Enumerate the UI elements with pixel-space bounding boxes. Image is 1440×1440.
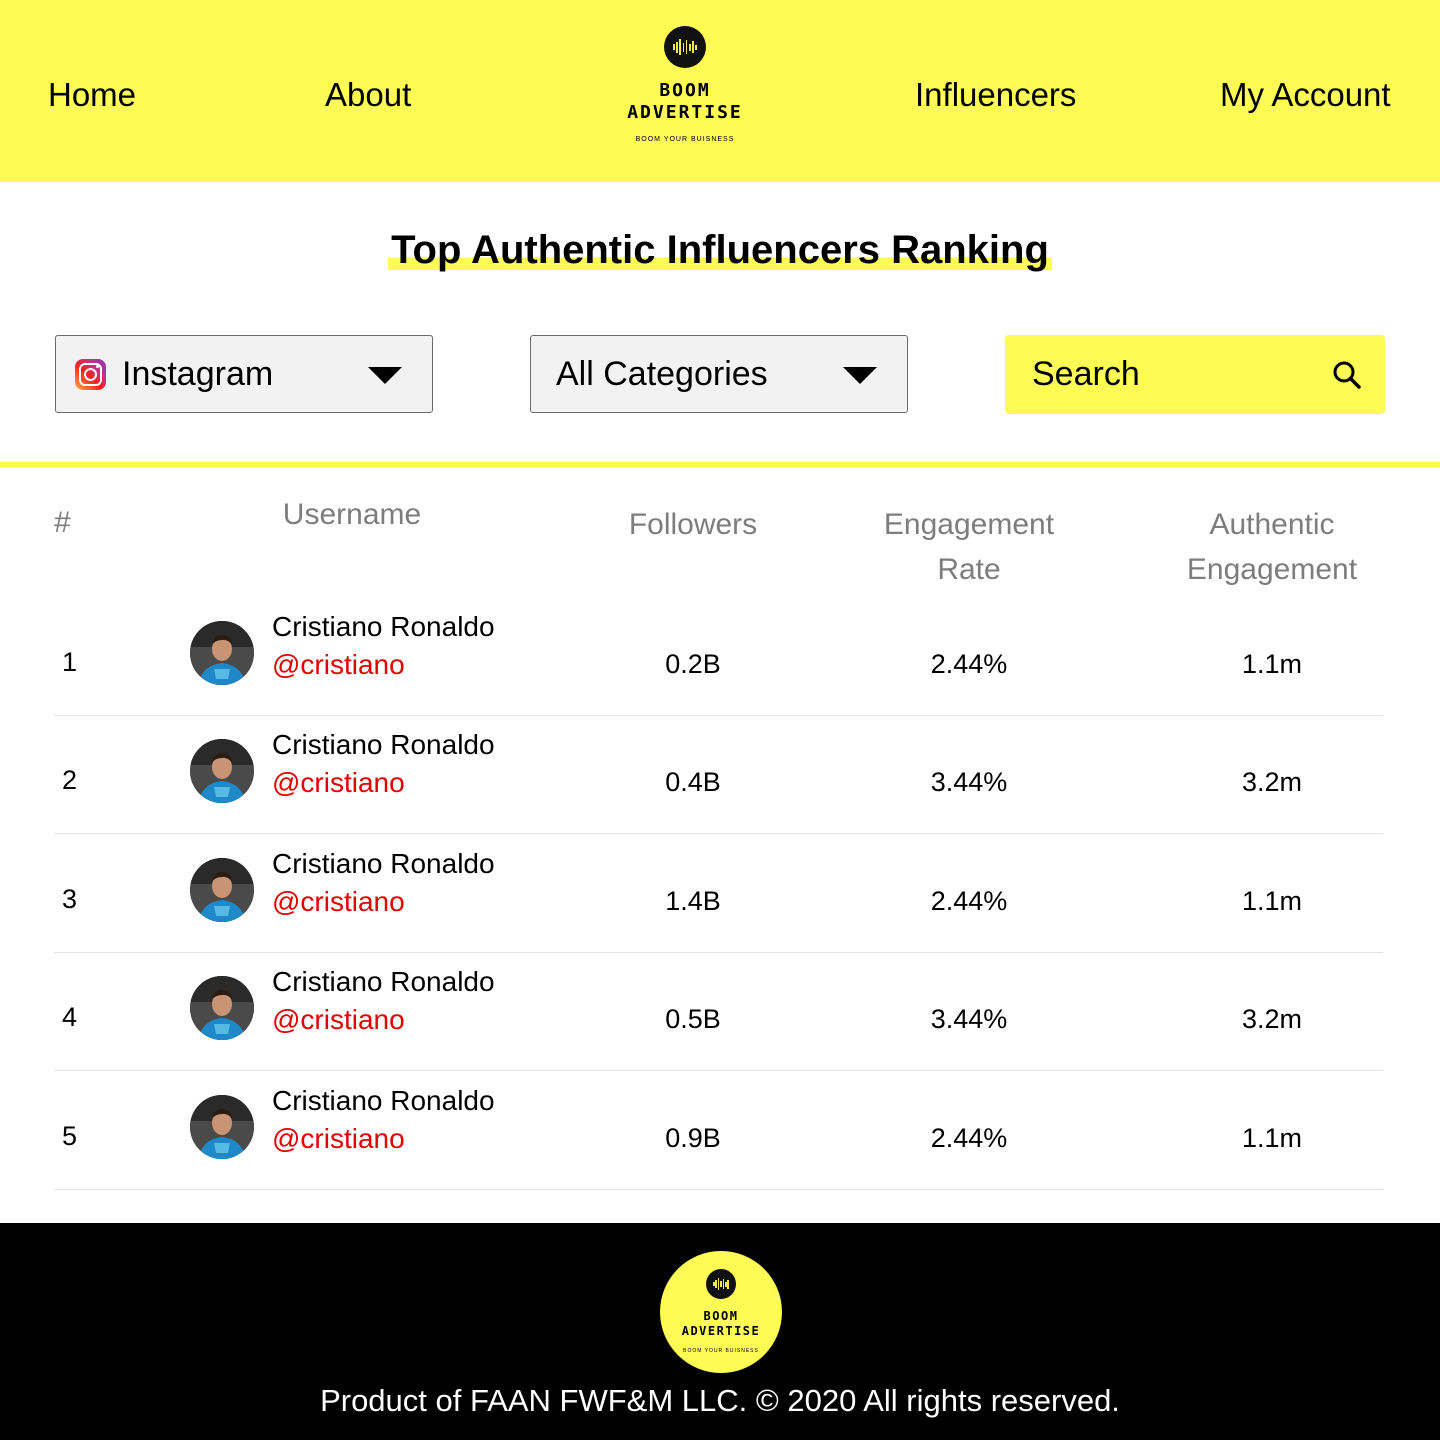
section-divider bbox=[0, 462, 1440, 467]
column-header-username: Username bbox=[282, 498, 422, 531]
top-nav-bar: Home About BOOM ADVERTISE BOOM YOUR BUISN… bbox=[0, 0, 1440, 182]
footer-logo-wordmark: BOOM ADVERTISE bbox=[681, 1309, 761, 1338]
followers-cell: 0.4B bbox=[665, 767, 721, 798]
page-title: Top Authentic Influencers Ranking bbox=[388, 224, 1052, 276]
influencer-handle-link[interactable]: @cristiano bbox=[272, 885, 405, 919]
influencer-handle-link[interactable]: @cristiano bbox=[272, 648, 405, 682]
authentic-engagement-cell: 1.1m bbox=[1241, 885, 1303, 916]
table-row[interactable]: 4 Cristiano Ronaldo @cristiano 0.5B 3.44… bbox=[54, 952, 1383, 1072]
search-bar bbox=[1005, 335, 1385, 414]
followers-cell: 1.4B bbox=[665, 885, 721, 916]
rank-cell: 1 bbox=[62, 647, 78, 677]
engagement-rate-cell: 2.44% bbox=[930, 885, 1008, 916]
influencer-name: Cristiano Ronaldo bbox=[272, 966, 495, 998]
rank-cell: 3 bbox=[62, 883, 78, 914]
engagement-rate-cell: 3.44% bbox=[930, 1004, 1008, 1035]
influencer-name: Cristiano Ronaldo bbox=[272, 1084, 495, 1116]
column-header-rank: # bbox=[54, 506, 71, 539]
search-input[interactable] bbox=[1005, 335, 1315, 414]
instagram-icon bbox=[75, 359, 106, 390]
influencer-handle-link[interactable]: @cristiano bbox=[272, 1122, 405, 1156]
influencer-handle-link[interactable]: @cristiano bbox=[272, 1003, 405, 1037]
category-select[interactable]: All Categories bbox=[530, 335, 908, 413]
followers-cell: 0.5B bbox=[665, 1004, 721, 1035]
avatar[interactable] bbox=[190, 857, 254, 922]
avatar[interactable] bbox=[190, 739, 254, 804]
rank-cell: 5 bbox=[62, 1120, 78, 1151]
influencer-name: Cristiano Ronaldo bbox=[272, 611, 495, 642]
column-header-followers: Followers bbox=[628, 508, 758, 541]
category-select-value: All Categories bbox=[556, 355, 768, 393]
table-row[interactable]: 5 Cristiano Ronaldo @cristiano 0.9B 2.44… bbox=[54, 1071, 1383, 1190]
authentic-engagement-cell: 1.1m bbox=[1241, 649, 1303, 679]
rank-cell: 2 bbox=[62, 765, 78, 796]
column-header-engagement-rate: Engagement Rate bbox=[883, 508, 1055, 586]
influencer-name: Cristiano Ronaldo bbox=[272, 729, 495, 761]
footer-logo[interactable]: BOOM ADVERTISE BOOM YOUR BUISNESS bbox=[660, 1251, 782, 1373]
brand-logo[interactable]: BOOM ADVERTISE BOOM YOUR BUISNESS bbox=[620, 24, 750, 154]
authentic-engagement-cell: 3.2m bbox=[1241, 767, 1303, 798]
table-row[interactable]: 2 Cristiano Ronaldo @cristiano 0.4B 3.44… bbox=[54, 715, 1383, 835]
nav-my-account-link[interactable]: My Account bbox=[1220, 74, 1391, 116]
nav-about-link[interactable]: About bbox=[325, 74, 411, 116]
influencer-name: Cristiano Ronaldo bbox=[272, 847, 495, 879]
nav-home-link[interactable]: Home bbox=[48, 74, 136, 116]
logo-wordmark: BOOM ADVERTISE bbox=[627, 80, 743, 123]
search-icon[interactable] bbox=[1331, 359, 1363, 391]
authentic-engagement-cell: 3.2m bbox=[1241, 1004, 1303, 1035]
chevron-down-icon bbox=[368, 367, 402, 384]
engagement-rate-cell: 2.44% bbox=[930, 649, 1008, 679]
chevron-down-icon bbox=[843, 367, 877, 384]
page-title-wrap: Top Authentic Influencers Ranking bbox=[0, 224, 1440, 276]
nav-influencers-link[interactable]: Influencers bbox=[915, 74, 1076, 116]
table-row[interactable]: 3 Cristiano Ronaldo @cristiano 1.4B 2.44… bbox=[54, 834, 1383, 953]
influencer-handle-link[interactable]: @cristiano bbox=[272, 766, 405, 800]
platform-select-value: Instagram bbox=[122, 355, 274, 393]
soundwave-icon bbox=[664, 26, 706, 68]
logo-tagline: BOOM YOUR BUISNESS bbox=[635, 136, 735, 143]
followers-cell: 0.2B bbox=[665, 649, 721, 679]
rank-cell: 4 bbox=[62, 1002, 78, 1033]
soundwave-icon bbox=[706, 1269, 736, 1299]
column-header-authentic-engagement: Authentic Engagement bbox=[1186, 508, 1358, 586]
authentic-engagement-cell: 1.1m bbox=[1241, 1122, 1303, 1153]
footer-logo-tagline: BOOM YOUR BUISNESS bbox=[683, 1348, 759, 1354]
platform-select[interactable]: Instagram bbox=[55, 335, 433, 413]
table-row[interactable]: 1 Cristiano Ronaldo @cristiano 0.2B 2.44… bbox=[54, 597, 1383, 716]
engagement-rate-cell: 2.44% bbox=[930, 1122, 1008, 1153]
avatar[interactable] bbox=[190, 621, 254, 685]
followers-cell: 0.9B bbox=[665, 1122, 721, 1153]
copyright-text: Product of FAAN FWF&M LLC. © 2020 All ri… bbox=[320, 1383, 1120, 1418]
engagement-rate-cell: 3.44% bbox=[930, 767, 1008, 798]
avatar[interactable] bbox=[190, 976, 254, 1041]
avatar[interactable] bbox=[190, 1094, 254, 1159]
